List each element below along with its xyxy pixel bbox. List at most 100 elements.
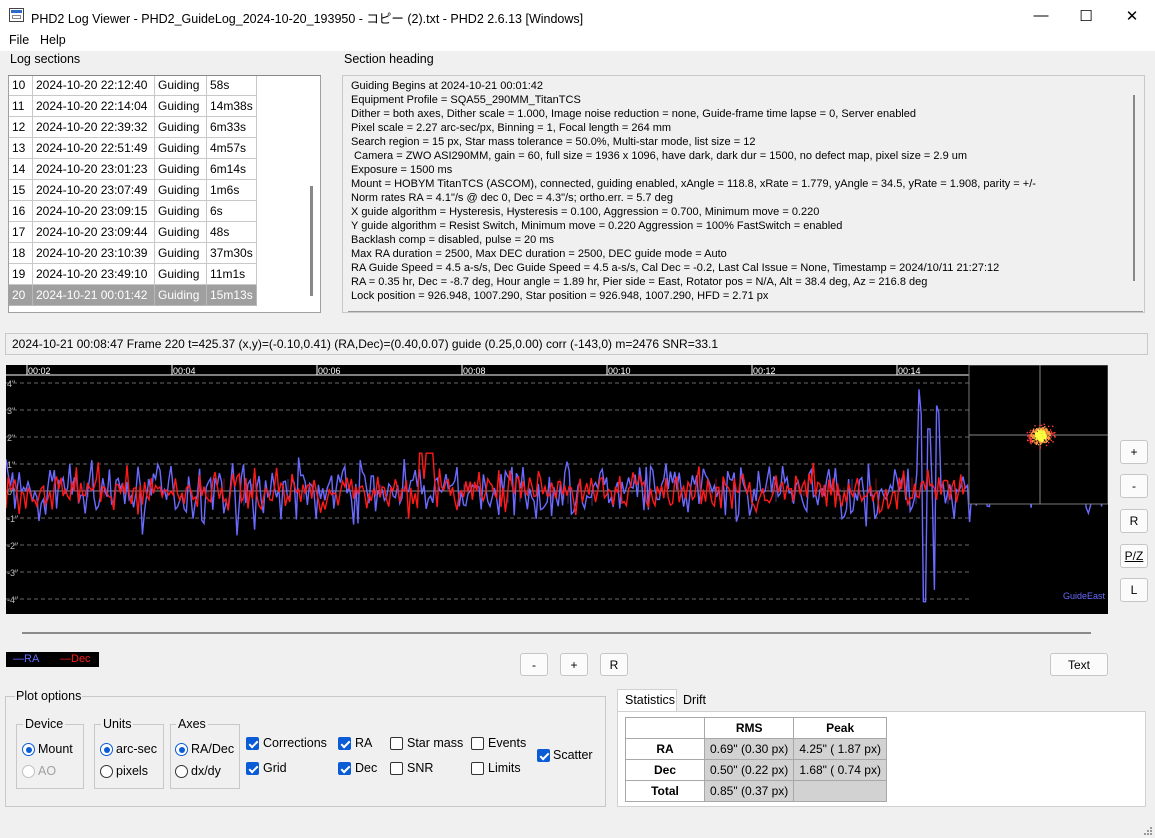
units-pixels-radio[interactable] [100, 765, 113, 778]
scatter-point [1029, 440, 1032, 443]
heading-scroll-thumb[interactable] [1133, 95, 1135, 281]
log-row-date: 2024-10-20 23:01:23 [33, 159, 155, 180]
scatter-point [1030, 435, 1032, 437]
axes-dxdy-radio[interactable] [175, 765, 188, 778]
minimize-button[interactable]: — [1018, 0, 1064, 31]
stats-ra-rms: 0.69" (0.30 px) [703, 738, 795, 760]
limits-checkbox[interactable] [471, 762, 484, 775]
units-arcsec-label: arc-sec [116, 742, 157, 756]
log-section-row[interactable]: 14 2024-10-20 23:01:23 Guiding 6m14s [9, 159, 257, 180]
log-sections-list[interactable]: 10 2024-10-20 22:12:40 Guiding 58s 11 2024-10… [8, 75, 321, 313]
scatter-point [1039, 447, 1041, 449]
log-row-number: 14 [9, 159, 33, 180]
log-section-row[interactable]: 10 2024-10-20 22:12:40 Guiding 58s [9, 76, 257, 96]
close-button[interactable]: ✕ [1109, 0, 1155, 31]
axes-radec-radio[interactable] [175, 743, 188, 756]
stats-dec-peak: 1.68" ( 0.74 px) [793, 759, 887, 781]
graph-reset-button[interactable]: R [600, 653, 628, 676]
scatter-point [1033, 440, 1035, 442]
zoom-in-label: + [1130, 445, 1138, 459]
log-row-number: 17 [9, 222, 33, 243]
graph-zoom-out-label: - [532, 657, 536, 672]
statistics-table: RMS Peak RA 0.69" (0.30 px) 4.25" ( 1.87… [625, 717, 887, 802]
log-list-scroll-thumb[interactable] [310, 186, 313, 296]
zoom-in-button[interactable]: + [1120, 440, 1148, 464]
log-section-row[interactable]: 20 2024-10-21 00:01:42 Guiding 15m13s [9, 285, 257, 306]
log-row-date: 2024-10-20 23:10:39 [33, 243, 155, 264]
pan-zoom-label: P/Z [1124, 549, 1144, 563]
section-heading-label: Section heading [344, 52, 434, 66]
events-checkbox[interactable] [471, 737, 484, 750]
limits-label: Limits [488, 761, 521, 775]
scatter-point [1031, 440, 1034, 442]
log-row-type: Guiding [155, 285, 207, 306]
log-row-duration: 48s [207, 222, 257, 243]
log-row-type: Guiding [155, 96, 207, 117]
scatter-point [1050, 439, 1053, 442]
scatter-point [1049, 429, 1052, 431]
log-section-row[interactable]: 12 2024-10-20 22:39:32 Guiding 6m33s [9, 117, 257, 138]
log-section-row[interactable]: 16 2024-10-20 23:09:15 Guiding 6s [9, 201, 257, 222]
units-group [94, 724, 164, 789]
menu-file[interactable]: File [9, 33, 29, 47]
corrections-checkbox[interactable] [246, 737, 259, 750]
y-axis-tick-label: -1" [7, 514, 18, 524]
reset-button[interactable]: R [1120, 509, 1148, 533]
star-mass-checkbox[interactable] [390, 737, 403, 750]
scatter-point [1035, 432, 1037, 434]
log-section-row[interactable]: 19 2024-10-20 23:49:10 Guiding 11m1s [9, 264, 257, 285]
heading-hscrollbar[interactable] [348, 311, 1143, 312]
scatter-point [1045, 437, 1048, 439]
units-arcsec-radio[interactable] [100, 743, 113, 756]
log-row-date: 2024-10-20 23:09:44 [33, 222, 155, 243]
scatter-point [1037, 435, 1039, 437]
log-row-number: 15 [9, 180, 33, 201]
guide-graph[interactable]: 4" 3" 2" 1" 0" -1" -2" -3" -4" 00:02 00:04 00:06 00:… [6, 365, 1108, 614]
maximize-button[interactable]: ☐ [1063, 0, 1109, 31]
scatter-checkbox[interactable] [537, 749, 550, 762]
scatter-point [1038, 441, 1040, 443]
limits-button[interactable]: L [1120, 578, 1148, 602]
heading-line: RA Guide Speed = 4.5 a-s/s, Dec Guide Sp… [351, 262, 1000, 274]
graph-hscrollbar[interactable] [22, 632, 1091, 634]
menu-help[interactable]: Help [40, 33, 66, 47]
scatter-point [1054, 432, 1056, 434]
axes-dxdy-label: dx/dy [191, 764, 221, 778]
graph-zoom-out-button[interactable]: - [520, 653, 548, 676]
device-mount-radio[interactable] [22, 743, 35, 756]
log-row-type: Guiding [155, 222, 207, 243]
heading-line: Dither = both axes, Dither scale = 1.000… [351, 108, 916, 120]
log-row-type: Guiding [155, 159, 207, 180]
scatter-point [1040, 431, 1043, 434]
log-section-row[interactable]: 17 2024-10-20 23:09:44 Guiding 48s [9, 222, 257, 243]
scatter-point [1047, 433, 1049, 435]
device-ao-radio[interactable] [22, 765, 35, 778]
ra-checkbox[interactable] [338, 737, 351, 750]
text-button-label: Text [1067, 657, 1090, 672]
snr-checkbox[interactable] [390, 762, 403, 775]
tab-drift[interactable]: Drift [677, 691, 720, 711]
y-axis-tick-label: 2" [7, 433, 15, 443]
log-section-row[interactable]: 15 2024-10-20 23:07:49 Guiding 1m6s [9, 180, 257, 201]
scatter-point [1040, 436, 1042, 438]
tab-statistics[interactable]: Statistics [617, 689, 677, 711]
log-section-row[interactable]: 13 2024-10-20 22:51:49 Guiding 4m57s [9, 138, 257, 159]
scatter-point [1040, 443, 1042, 445]
scatter-point [1029, 438, 1031, 441]
scatter-point [1027, 440, 1029, 442]
log-row-type: Guiding [155, 264, 207, 285]
log-section-row[interactable]: 11 2024-10-20 22:14:04 Guiding 14m38s [9, 96, 257, 117]
log-section-row[interactable]: 18 2024-10-20 23:10:39 Guiding 37m30s [9, 243, 257, 264]
stats-header-rms: RMS [703, 717, 795, 739]
graph-zoom-in-button[interactable]: + [560, 653, 588, 676]
pan-zoom-button[interactable]: P/Z [1120, 544, 1148, 568]
grid-checkbox[interactable] [246, 762, 259, 775]
text-button[interactable]: Text [1050, 653, 1108, 676]
graph-zoom-in-label: + [570, 657, 578, 672]
heading-line: Backlash comp = disabled, pulse = 20 ms [351, 234, 555, 246]
zoom-out-button[interactable]: - [1120, 474, 1148, 498]
log-row-type: Guiding [155, 138, 207, 159]
dec-checkbox[interactable] [338, 762, 351, 775]
axes-group [170, 724, 240, 789]
resize-grip-icon[interactable] [1143, 826, 1153, 836]
